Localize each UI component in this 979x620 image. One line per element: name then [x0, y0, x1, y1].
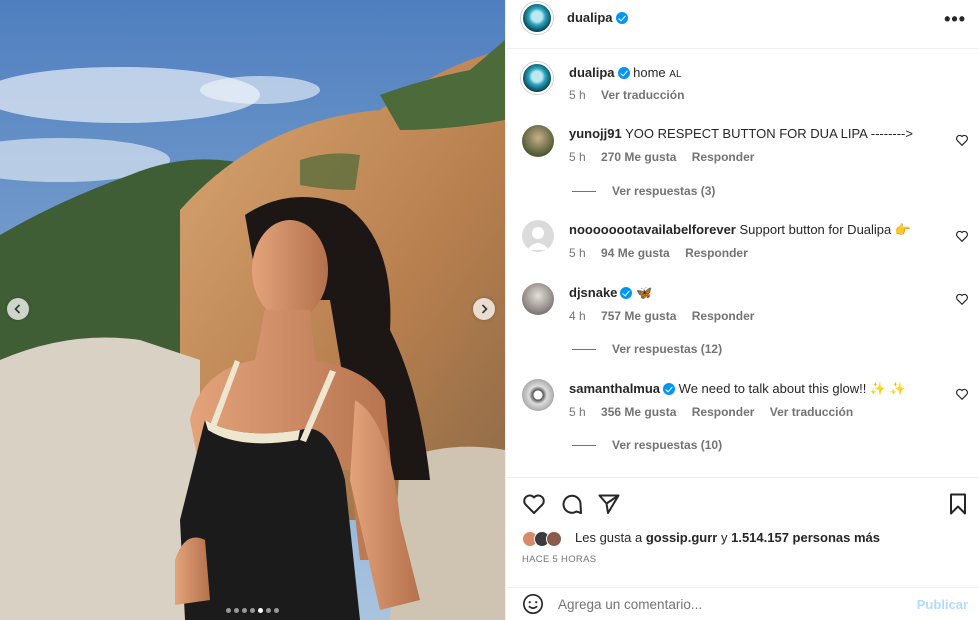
- likes-prefix: Les gusta a: [575, 530, 643, 545]
- comment-avatar[interactable]: [522, 379, 554, 411]
- photo-scene: [0, 0, 505, 620]
- caption-time: 5 h: [569, 88, 586, 102]
- view-replies-button[interactable]: Ver respuestas (3): [572, 184, 715, 198]
- comment-time: 5 h: [569, 405, 586, 419]
- post-photo[interactable]: [0, 0, 505, 620]
- verified-badge-icon: [663, 383, 676, 395]
- carousel-dots: [0, 608, 505, 613]
- comment-username[interactable]: samanthalmua: [569, 381, 660, 396]
- save-bookmark-icon[interactable]: [946, 492, 970, 516]
- comment-time: 5 h: [569, 150, 586, 164]
- comment-like-heart-icon[interactable]: [955, 229, 969, 243]
- comment-reply-button[interactable]: Responder: [692, 309, 755, 323]
- carousel-prev-button[interactable]: [7, 298, 29, 320]
- caption-translate-button[interactable]: Ver traducción: [601, 88, 684, 102]
- liker-avatar: [546, 531, 562, 547]
- comment-username[interactable]: noooooootavailabelforever: [569, 222, 736, 237]
- comment-meta: 5 h 356 Me gusta Responder Ver traducció…: [569, 405, 865, 419]
- post-side-panel: dualipa ••• dualipa home AL 5 h Ver trad…: [505, 0, 979, 620]
- carousel-next-button[interactable]: [473, 298, 495, 320]
- verified-badge-icon: [617, 67, 630, 79]
- view-replies-button[interactable]: Ver respuestas (10): [572, 438, 722, 452]
- comment-likes-button[interactable]: 270 Me gusta: [601, 150, 676, 164]
- comment-time: 5 h: [569, 246, 586, 260]
- comment: yunojj91 YOO RESPECT BUTTON FOR DUA LIPA…: [569, 126, 913, 141]
- post-time-ago[interactable]: HACE 5 HORAS: [522, 554, 596, 565]
- carousel-dot: [274, 608, 279, 613]
- author-avatar[interactable]: [521, 2, 553, 34]
- carousel-dot: [234, 608, 239, 613]
- likes-summary: Les gusta a gossip.gurr y 1.514.157 pers…: [575, 530, 880, 545]
- comment: noooooootavailabelforever Support button…: [569, 222, 911, 238]
- comment-avatar[interactable]: [522, 125, 554, 157]
- comment-meta: 4 h 757 Me gusta Responder: [569, 309, 766, 323]
- carousel-dot: [242, 608, 247, 613]
- verified-badge-icon: [620, 287, 633, 299]
- comment-meta: 5 h 270 Me gusta Responder: [569, 150, 766, 164]
- caption-flag: AL: [669, 69, 682, 80]
- comment-text: 🦋: [636, 285, 653, 300]
- author-username-text[interactable]: dualipa: [567, 10, 613, 25]
- comment-input[interactable]: [558, 594, 898, 614]
- comment-username[interactable]: yunojj91: [569, 126, 622, 141]
- caption-meta: 5 h Ver traducción: [569, 88, 696, 102]
- comment-meta: 5 h 94 Me gusta Responder: [569, 246, 760, 260]
- comment-likes-button[interactable]: 356 Me gusta: [601, 405, 676, 419]
- chevron-left-icon: [14, 304, 21, 314]
- likes-others-button[interactable]: 1.514.157 personas más: [731, 530, 880, 545]
- comment-likes-button[interactable]: 94 Me gusta: [601, 246, 670, 260]
- comment-text: YOO RESPECT BUTTON FOR DUA LIPA --------…: [625, 126, 913, 141]
- comment-composer: Publicar: [506, 587, 979, 620]
- carousel-dot: [266, 608, 271, 613]
- publish-button[interactable]: Publicar: [917, 597, 968, 612]
- caption-text: home: [633, 65, 666, 80]
- comment-text: Support button for Dualipa 👉: [739, 222, 912, 237]
- comment-avatar-default[interactable]: [522, 220, 554, 252]
- comment-avatar[interactable]: [522, 283, 554, 315]
- comment-text: We need to talk about this glow!! ✨ ✨: [678, 381, 906, 396]
- post-header: dualipa •••: [506, 0, 979, 49]
- comment-reply-button[interactable]: Responder: [685, 246, 748, 260]
- author-username[interactable]: dualipa: [567, 10, 628, 25]
- like-heart-icon[interactable]: [522, 492, 546, 516]
- emoji-smiley-icon[interactable]: [522, 593, 544, 615]
- comment: djsnake 🦋: [569, 285, 652, 301]
- comment-username[interactable]: djsnake: [569, 285, 617, 300]
- share-paper-plane-icon[interactable]: [597, 492, 621, 516]
- carousel-dot: [250, 608, 255, 613]
- comment-time: 4 h: [569, 309, 586, 323]
- likes-joiner: y: [720, 530, 728, 545]
- comment: samanthalmua We need to talk about this …: [569, 381, 906, 397]
- comment-reply-button[interactable]: Responder: [692, 150, 755, 164]
- carousel-dot: [226, 608, 231, 613]
- chevron-right-icon: [481, 304, 488, 314]
- more-options-icon[interactable]: •••: [944, 9, 966, 30]
- comment-likes-button[interactable]: 757 Me gusta: [601, 309, 676, 323]
- view-replies-button[interactable]: Ver respuestas (12): [572, 342, 722, 356]
- default-user-icon: [527, 227, 549, 250]
- comment-bubble-icon[interactable]: [560, 492, 584, 516]
- comment-translate-button[interactable]: Ver traducción: [770, 405, 853, 419]
- likes-first-user[interactable]: gossip.gurr: [646, 530, 718, 545]
- caption-username[interactable]: dualipa: [569, 65, 615, 80]
- verified-badge-icon: [615, 12, 628, 24]
- comment-like-heart-icon[interactable]: [955, 133, 969, 147]
- comment-like-heart-icon[interactable]: [955, 387, 969, 401]
- caption: dualipa home AL: [569, 65, 682, 80]
- comment-reply-button[interactable]: Responder: [692, 405, 755, 419]
- comment-like-heart-icon[interactable]: [955, 292, 969, 306]
- caption-avatar[interactable]: [521, 62, 553, 94]
- carousel-dot-active: [258, 608, 263, 613]
